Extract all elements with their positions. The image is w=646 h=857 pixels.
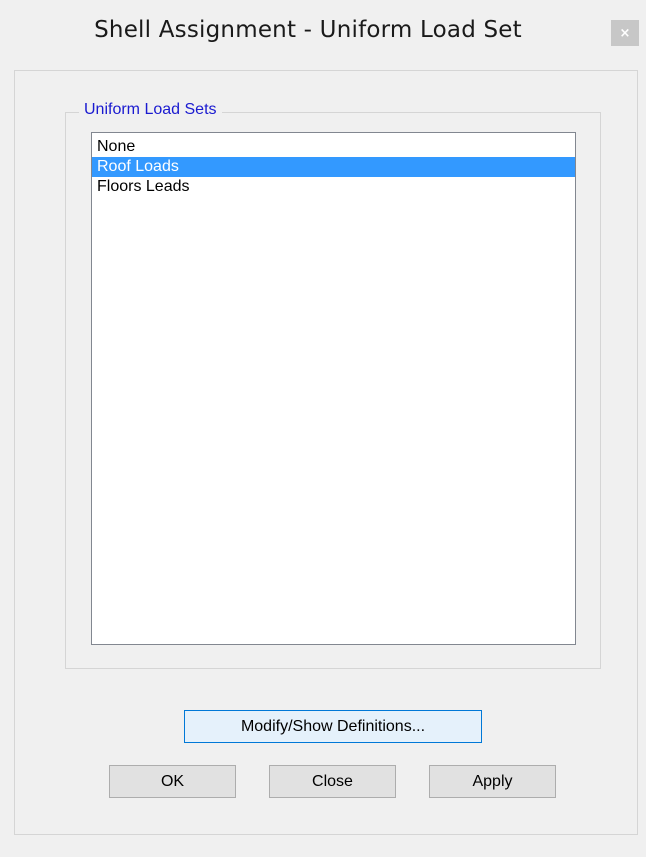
window-title: Shell Assignment - Uniform Load Set xyxy=(94,17,522,43)
title-bar[interactable]: Shell Assignment - Uniform Load Set × xyxy=(0,0,646,70)
modify-show-definitions-button[interactable]: Modify/Show Definitions... xyxy=(184,710,482,743)
dialog-window: Shell Assignment - Uniform Load Set × Un… xyxy=(0,0,646,857)
apply-button[interactable]: Apply xyxy=(429,765,556,798)
group-legend: Uniform Load Sets xyxy=(79,101,222,119)
list-item-roof-loads[interactable]: Roof Loads xyxy=(92,157,575,177)
uniform-load-sets-listbox[interactable]: None Roof Loads Floors Leads xyxy=(91,132,576,645)
list-item-none[interactable]: None xyxy=(92,137,575,157)
list-item-floors-leads[interactable]: Floors Leads xyxy=(92,177,575,197)
ok-button[interactable]: OK xyxy=(109,765,236,798)
close-button[interactable]: Close xyxy=(269,765,396,798)
close-icon[interactable]: × xyxy=(611,20,639,46)
